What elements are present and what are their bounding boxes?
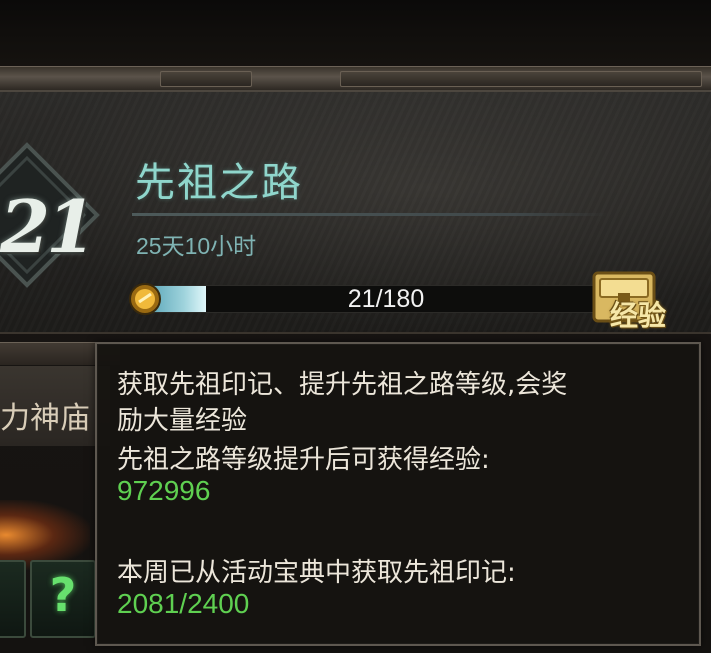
level-progress-bar: 21/180 — [150, 285, 622, 313]
tooltip-line: 励大量经验 — [117, 406, 248, 436]
temple-label: 力神庙 — [0, 401, 90, 436]
game-scene: 21 先祖之路 25天10小时 21/180 经验 力神庙 ? 获取先祖印记、提… — [0, 0, 711, 653]
tooltip-line: 先祖之路等级提升后可获得经验: — [117, 445, 490, 475]
tooltip-panel: 获取先祖印记、提升先祖之路等级,会奖 励大量经验 先祖之路等级提升后可获得经验:… — [95, 342, 701, 646]
frame-seam — [160, 71, 252, 87]
pass-level: 21 — [0, 184, 96, 269]
weekly-mark-value: 2081/2400 — [117, 588, 250, 619]
top-frame — [0, 66, 711, 92]
coin-icon — [129, 283, 161, 315]
item-slot[interactable] — [0, 560, 26, 638]
frame-seam — [340, 71, 702, 87]
tooltip-line: 获取先祖印记、提升先祖之路等级,会奖 — [117, 370, 568, 400]
pass-title: 先祖之路 — [135, 160, 303, 206]
top-band — [0, 0, 711, 72]
question-mark-icon: ? — [49, 568, 77, 622]
tooltip-line: 本周已从活动宝典中获取先祖印记: — [117, 558, 516, 588]
item-slot[interactable]: ? — [30, 560, 96, 638]
title-divider — [132, 213, 608, 216]
exp-reward-value: 972996 — [117, 475, 211, 506]
pass-timer: 25天10小时 — [136, 233, 257, 259]
progress-text: 21/180 — [347, 285, 425, 313]
exp-chest-label: 经验 — [610, 299, 667, 332]
